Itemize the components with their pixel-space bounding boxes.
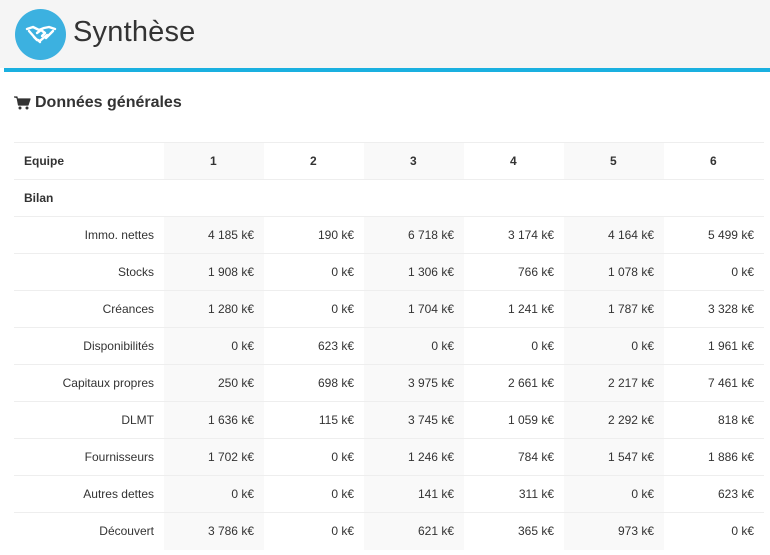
table-cell: 311 k€ [464,475,564,513]
row-label: DLMT [14,401,164,439]
table-cell: 2 292 k€ [564,401,664,439]
table-cell: 1 059 k€ [464,401,564,439]
table-cell: 141 k€ [364,475,464,513]
table-cell: 365 k€ [464,512,564,550]
table-cell: 0 k€ [264,475,364,513]
table-cell: 7 461 k€ [664,364,764,402]
table-cell: 3 786 k€ [164,512,264,550]
table-cell: 5 499 k€ [664,216,764,254]
table-cell: 0 k€ [264,512,364,550]
table-cell: 1 280 k€ [164,290,264,328]
table-cell: 0 k€ [664,512,764,550]
table-row: Fournisseurs 1 702 k€ 0 k€ 1 246 k€ 784 k€ 1 … [14,438,764,476]
table-cell: 1 702 k€ [164,438,264,476]
table-row: Autres dettes 0 k€ 0 k€ 141 k€ 311 k€ 0 k€ 623… [14,475,764,513]
cart-icon [14,96,31,110]
table-row: DLMT 1 636 k€ 115 k€ 3 745 k€ 1 059 k€ 2 292 … [14,401,764,439]
section-title: Données générales [35,94,182,111]
handshake-icon[interactable] [15,9,66,60]
table-cell: 0 k€ [264,253,364,291]
table-cell: 0 k€ [164,327,264,365]
team-header: 3 [364,142,464,180]
table-cell: 115 k€ [264,401,364,439]
table-cell: 0 k€ [564,475,664,513]
table-cell: 190 k€ [264,216,364,254]
team-header: 1 [164,142,264,180]
table-row: Immo. nettes 4 185 k€ 190 k€ 6 718 k€ 3 174 … [14,216,764,254]
table-cell: 3 174 k€ [464,216,564,254]
table-row: Disponibilités 0 k€ 623 k€ 0 k€ 0 k€ 0 k€ 1 96… [14,327,764,365]
row-label: Stocks [14,253,164,291]
table-cell: 1 908 k€ [164,253,264,291]
table-cell: 623 k€ [664,475,764,513]
row-label: Créances [14,290,164,328]
group-label: Bilan [14,179,764,217]
top-bar: Synthèse [0,0,770,68]
table-cell: 4 164 k€ [564,216,664,254]
table-cell: 766 k€ [464,253,564,291]
team-header: 2 [264,142,364,180]
table-cell: 0 k€ [264,290,364,328]
table-row: Créances 1 280 k€ 0 k€ 1 704 k€ 1 241 k€ 1 78… [14,290,764,328]
table-row: Capitaux propres 250 k€ 698 k€ 3 975 k€ 2 66… [14,364,764,402]
table-cell: 1 078 k€ [564,253,664,291]
team-header: 4 [464,142,564,180]
table-cell: 2 661 k€ [464,364,564,402]
table-cell: 0 k€ [364,327,464,365]
row-label: Découvert [14,512,164,550]
table-cell: 1 241 k€ [464,290,564,328]
table-cell: 0 k€ [464,327,564,365]
table-cell: 250 k€ [164,364,264,402]
team-header: 5 [564,142,664,180]
synthesis-table: Equipe 1 2 3 4 5 6 Bilan Immo. nettes 4 1… [14,142,764,550]
table-cell: 1 636 k€ [164,401,264,439]
table-cell: 623 k€ [264,327,364,365]
table-cell: 1 787 k€ [564,290,664,328]
table-cell: 621 k€ [364,512,464,550]
row-label: Disponibilités [14,327,164,365]
table-cell: 973 k€ [564,512,664,550]
table-cell: 0 k€ [664,253,764,291]
table-cell: 0 k€ [264,438,364,476]
table-row: Stocks 1 908 k€ 0 k€ 1 306 k€ 766 k€ 1 078 k€… [14,253,764,291]
table-cell: 1 961 k€ [664,327,764,365]
table-cell: 0 k€ [564,327,664,365]
table-cell: 1 246 k€ [364,438,464,476]
table-cell: 1 704 k€ [364,290,464,328]
table-cell: 1 306 k€ [364,253,464,291]
table-cell: 818 k€ [664,401,764,439]
section-header: Données générales [14,90,182,116]
table-cell: 3 328 k€ [664,290,764,328]
group-row: Bilan [14,179,764,217]
header-label: Equipe [14,142,164,180]
table-cell: 2 217 k€ [564,364,664,402]
table-cell: 1 547 k€ [564,438,664,476]
table-cell: 6 718 k€ [364,216,464,254]
row-label: Immo. nettes [14,216,164,254]
table-header-row: Equipe 1 2 3 4 5 6 [14,142,764,180]
table-row: Découvert 3 786 k€ 0 k€ 621 k€ 365 k€ 973 k€ 0… [14,512,764,550]
page-title: Synthèse [73,16,196,48]
table-cell: 4 185 k€ [164,216,264,254]
table-cell: 3 745 k€ [364,401,464,439]
row-label: Capitaux propres [14,364,164,402]
row-label: Fournisseurs [14,438,164,476]
table-cell: 3 975 k€ [364,364,464,402]
team-header: 6 [664,142,764,180]
table-cell: 698 k€ [264,364,364,402]
table-cell: 784 k€ [464,438,564,476]
row-label: Autres dettes [14,475,164,513]
table-cell: 0 k€ [164,475,264,513]
table-cell: 1 886 k€ [664,438,764,476]
